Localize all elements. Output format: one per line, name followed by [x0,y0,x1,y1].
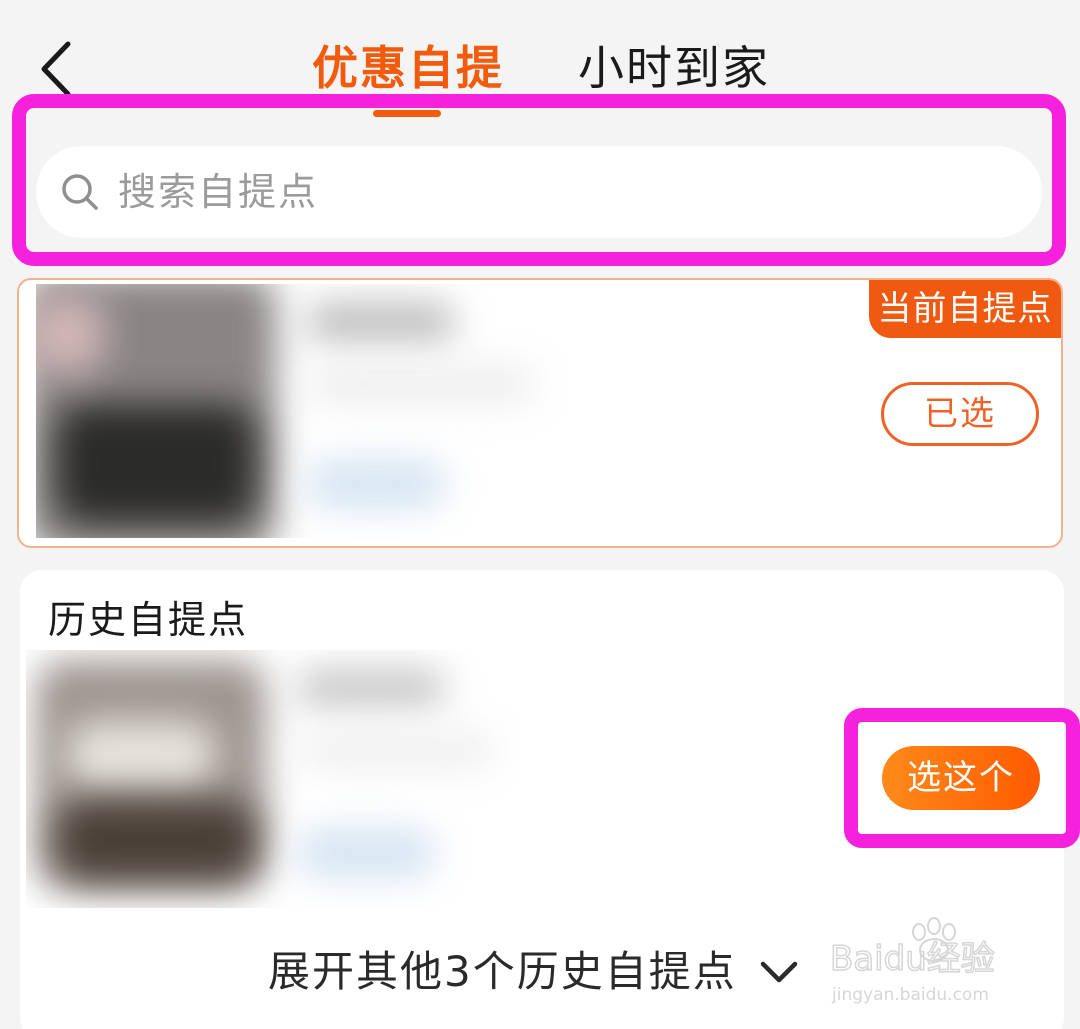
history-store-info-blurred [26,650,520,908]
select-this-button[interactable]: 选这个 [882,746,1040,810]
expand-history-button[interactable]: 展开其他3个历史自提点 [268,942,799,1002]
chevron-down-icon [760,961,797,983]
tab-discount-pickup[interactable]: 优惠自提 [312,38,504,98]
store-info-blurred [36,284,568,538]
active-tab-indicator [373,110,441,117]
current-pickup-card[interactable]: 当前自提点 已选 [17,278,1063,548]
watermark-url: jingyan.baidu.com [831,985,989,1005]
search-icon [62,174,98,210]
baidu-jingyan-watermark: Baidu经验 jingyan.baidu.com [829,917,996,1005]
current-pickup-badge: 当前自提点 [869,280,1061,338]
tab-hourly-delivery[interactable]: 小时到家 [578,38,770,98]
selected-button[interactable]: 已选 [881,382,1039,446]
history-section-title: 历史自提点 [48,598,249,642]
pickup-point-page: 优惠自提 小时到家 搜索自提点 当前自提点 已选 历史自提点 选这个 展开其他3… [0,0,1080,1029]
watermark-brand: Baidu经验 [830,939,995,979]
search-input[interactable]: 搜索自提点 [36,146,1042,238]
expand-history-label: 展开其他3个历史自提点 [268,947,737,996]
search-placeholder: 搜索自提点 [118,170,319,214]
chevron-left-icon [41,41,71,97]
back-button[interactable] [36,38,86,100]
